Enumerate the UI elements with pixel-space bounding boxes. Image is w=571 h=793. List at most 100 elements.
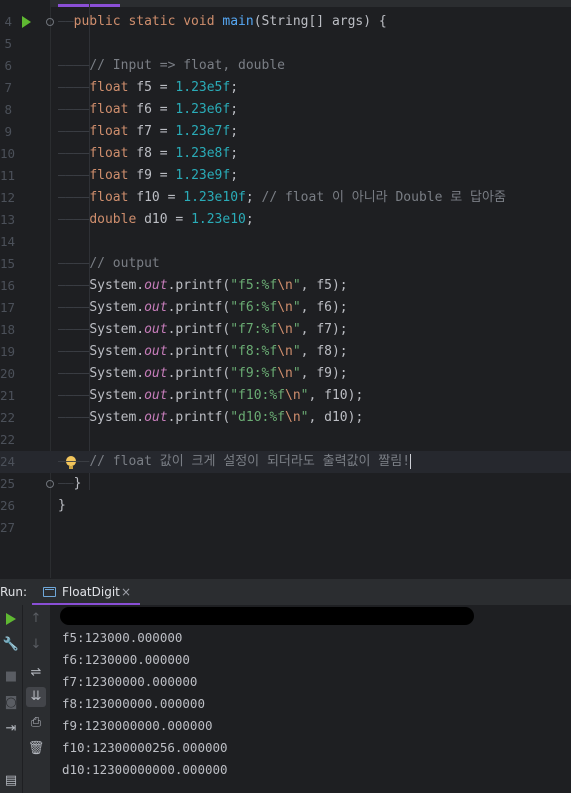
line-number: 6 <box>4 58 12 73</box>
code-line[interactable]: 14 <box>0 231 571 253</box>
code-line[interactable]: 11 ————float f9 = 1.23e9f; <box>0 165 571 187</box>
whitespace-markers: ———— <box>58 190 90 205</box>
code-token: out <box>144 300 168 315</box>
code-text: ————// float 값이 크게 설정이 되더라도 출력값이 짤림! <box>58 451 412 473</box>
code-token: 1.23e9f <box>175 168 231 183</box>
code-token: System. <box>89 344 145 359</box>
code-line[interactable]: 15 ————// output <box>0 253 571 275</box>
code-token: .printf( <box>167 278 231 293</box>
code-token: main <box>222 14 254 29</box>
run-toolbar-secondary: ↑ ↓ ⇌ ⇊ ⎙ 🗑 <box>22 605 50 793</box>
code-token: .printf( <box>167 366 231 381</box>
code-token: // float 이 아니라 Double 로 답아줌 <box>261 190 506 205</box>
console-output-line: f6:1230000.000000 <box>62 652 190 667</box>
up-arrow-icon[interactable]: ↑ <box>26 609 46 629</box>
print-icon[interactable]: ⎙ <box>26 713 46 733</box>
line-number: 21 <box>0 388 16 403</box>
code-token: 1.23e8f <box>175 146 231 161</box>
line-number: 24 <box>0 454 16 469</box>
code-token: System. <box>89 388 145 403</box>
code-token: float <box>89 124 137 139</box>
line-number: 11 <box>0 168 16 183</box>
run-label: Run: <box>0 585 28 599</box>
run-tool-header: Run: FloatDigit × <box>0 578 571 606</box>
run-gutter-icon[interactable] <box>22 16 31 28</box>
code-text: ————float f6 = 1.23e6f; <box>58 99 238 121</box>
line-number: 22 <box>0 410 16 425</box>
stop-icon[interactable]: ■ <box>1 667 21 687</box>
exit-icon[interactable]: ⇥ <box>1 719 21 739</box>
rerun-button[interactable] <box>1 609 21 629</box>
code-text: ————float f8 = 1.23e8f; <box>58 143 238 165</box>
code-token: System. <box>89 278 145 293</box>
code-token: \n <box>277 300 293 315</box>
console-output-line: f10:12300000256.000000 <box>62 740 228 755</box>
line-number: 25 <box>0 476 16 491</box>
soft-wrap-icon[interactable]: ⇌ <box>26 663 46 683</box>
code-text: ————System.out.printf("f10:%f\n", f10); <box>58 385 363 407</box>
code-token: public static void <box>73 14 223 29</box>
fold-icon[interactable] <box>46 18 54 26</box>
code-token: , f6); <box>300 300 348 315</box>
camera-icon[interactable]: ◙ <box>1 693 21 713</box>
line-number: 18 <box>0 322 16 337</box>
code-line[interactable]: 13 ————double d10 = 1.23e10; <box>0 209 571 231</box>
code-line[interactable]: 25 ——} <box>0 473 571 495</box>
line-number: 10 <box>0 146 16 161</box>
code-token: , f10); <box>308 388 364 403</box>
code-line[interactable]: 21 ————System.out.printf("f10:%f\n", f10)… <box>0 385 571 407</box>
code-token: ; <box>245 212 254 227</box>
code-token: out <box>144 410 168 425</box>
code-line[interactable]: 16 ————System.out.printf("f5:%f\n", f5); <box>0 275 571 297</box>
code-line[interactable]: 8 ————float f6 = 1.23e6f; <box>0 99 571 121</box>
code-token: f7 = <box>136 124 176 139</box>
code-line[interactable]: 19 ————System.out.printf("f8:%f\n", f8); <box>0 341 571 363</box>
code-line[interactable]: 5 <box>0 33 571 55</box>
wrench-icon[interactable]: 🔧 <box>1 635 21 655</box>
whitespace-markers: —— <box>58 476 74 491</box>
code-line[interactable]: 24 ————// float 값이 크게 설정이 되더라도 출력값이 짤림! <box>0 451 571 473</box>
code-line[interactable]: 20 ————System.out.printf("f9:%f\n", f9); <box>0 363 571 385</box>
code-token: " <box>292 322 301 337</box>
down-arrow-icon[interactable]: ↓ <box>26 635 46 655</box>
code-token: , f8); <box>300 344 348 359</box>
code-line[interactable]: 10 ————float f8 = 1.23e8f; <box>0 143 571 165</box>
code-line[interactable]: 6 ————// Input => float, double <box>0 55 571 77</box>
line-number: 27 <box>0 520 16 535</box>
code-line[interactable]: 9 ————float f7 = 1.23e7f; <box>0 121 571 143</box>
code-token: .printf( <box>167 322 231 337</box>
scroll-to-end-icon[interactable]: ⇊ <box>26 687 46 707</box>
close-icon[interactable]: × <box>121 579 131 606</box>
code-editor[interactable]: 4 ——public static void main(String[] args… <box>0 0 571 578</box>
line-number: 7 <box>4 80 12 95</box>
code-text: ————System.out.printf("f7:%f\n", f7); <box>58 319 348 341</box>
code-line[interactable]: 22 ————System.out.printf("d10:%f\n", d10)… <box>0 407 571 429</box>
code-line[interactable]: 27 <box>0 517 571 539</box>
code-line[interactable]: 12 ————float f10 = 1.23e10f; // float 이 아… <box>0 187 571 209</box>
code-token: float <box>89 102 137 117</box>
code-text: ————float f10 = 1.23e10f; // float 이 아니라… <box>58 187 506 209</box>
whitespace-markers: ———— <box>58 102 90 117</box>
code-line[interactable]: 7 ————float f5 = 1.23e5f; <box>0 77 571 99</box>
code-text: ————double d10 = 1.23e10; <box>58 209 254 231</box>
whitespace-markers: —— <box>58 14 74 29</box>
code-line[interactable]: 17 ————System.out.printf("f6:%f\n", f6); <box>0 297 571 319</box>
code-line[interactable]: 22 <box>0 429 571 451</box>
code-token: \n <box>277 344 293 359</box>
code-line[interactable]: 26} <box>0 495 571 517</box>
console-output-line: f7:12300000.000000 <box>62 674 198 689</box>
whitespace-markers: ———— <box>58 410 90 425</box>
fold-icon[interactable] <box>46 480 54 488</box>
delete-icon[interactable]: 🗑 <box>26 739 46 759</box>
code-token: \n <box>277 366 293 381</box>
code-token: float <box>89 80 137 95</box>
play-icon <box>6 612 16 625</box>
code-token: System. <box>89 366 145 381</box>
code-line[interactable]: 4 ——public static void main(String[] args… <box>0 11 571 33</box>
whitespace-markers: ———— <box>58 256 90 271</box>
code-line[interactable]: 18 ————System.out.printf("f7:%f\n", f7); <box>0 319 571 341</box>
run-tab-floatdigit[interactable]: FloatDigit × <box>32 579 140 606</box>
code-token: "f10:%f <box>230 388 286 403</box>
code-token: out <box>144 366 168 381</box>
layout-icon[interactable]: ▤ <box>1 771 21 791</box>
